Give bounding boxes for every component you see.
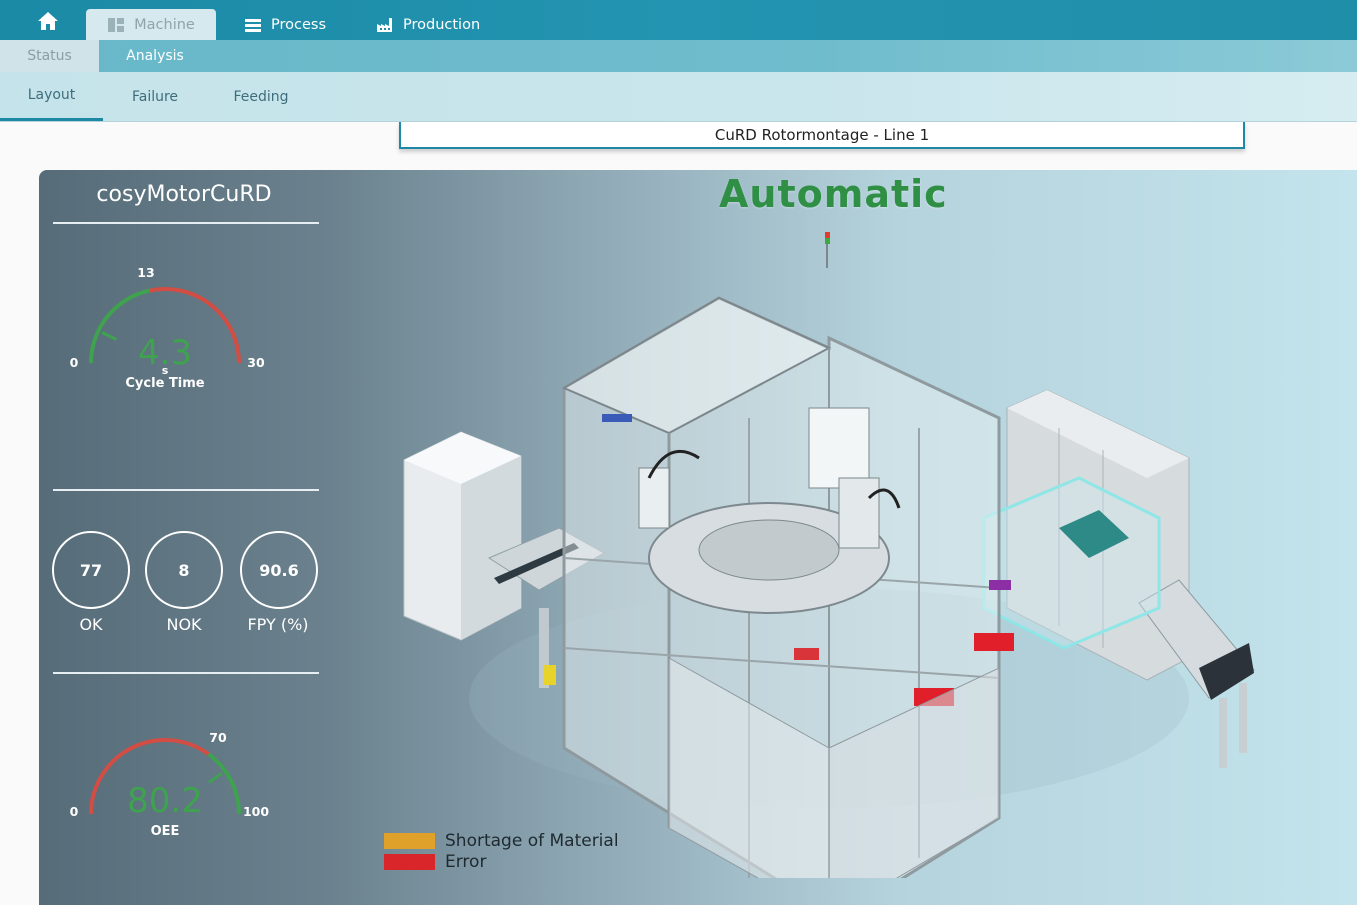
tab-machine-label: Machine <box>134 16 195 33</box>
tab-process[interactable]: Process <box>244 9 326 40</box>
tab-production-label: Production <box>403 16 481 33</box>
tab-analysis[interactable]: Analysis <box>99 40 211 72</box>
fpy-counter[interactable]: 90.6 <box>240 531 318 609</box>
factory-icon <box>377 17 392 32</box>
nok-label: NOK <box>166 615 202 634</box>
sub-navigation-secondary: Layout Failure Feeding <box>0 72 1357 122</box>
oee-label: OEE <box>151 824 180 839</box>
grid-icon <box>108 17 125 32</box>
machine-name: cosyMotorCuRD <box>96 182 272 207</box>
top-navigation: Machine Process Production <box>0 0 1357 40</box>
tab-machine[interactable]: Machine <box>86 9 216 40</box>
gauge-green-arc <box>207 752 242 815</box>
cycle-time-label: Cycle Time <box>125 376 204 391</box>
legend-label: Shortage of Material <box>445 830 619 851</box>
legend-item: Error <box>384 851 619 872</box>
tab-process-label: Process <box>271 16 327 33</box>
oee-gauge: 70 0 100 80.2 OEE <box>70 730 270 839</box>
sub-navigation-primary: Status Analysis <box>0 40 1357 72</box>
status-legend: Shortage of Material Error <box>384 830 619 872</box>
tab-production[interactable]: Production <box>376 9 480 40</box>
gauge-needle <box>208 771 223 784</box>
fpy-label: FPY (%) <box>247 615 309 634</box>
gauge-max-label: 30 <box>247 355 265 370</box>
ok-counter[interactable]: 77 <box>52 531 130 609</box>
machine-illustration[interactable] <box>399 228 1259 878</box>
divider <box>53 489 319 491</box>
nok-counter[interactable]: 8 <box>145 531 223 609</box>
gauge-max-label: 100 <box>243 804 269 819</box>
oee-value: 80.2 <box>127 781 203 821</box>
ok-label: OK <box>79 615 103 634</box>
gauge-target-label: 13 <box>137 265 154 280</box>
machine-panel: cosyMotorCuRD 13 0 30 4.3 s Cycle Time 7… <box>39 170 1357 905</box>
home-icon[interactable] <box>36 10 60 32</box>
tab-feeding[interactable]: Feeding <box>214 72 308 121</box>
line-title: CuRD Rotormontage - Line 1 <box>399 122 1245 149</box>
divider <box>53 222 319 224</box>
tab-failure[interactable]: Failure <box>110 72 200 121</box>
divider <box>53 672 319 674</box>
gauge-min-label: 0 <box>70 804 79 819</box>
gauge-min-label: 0 <box>70 355 79 370</box>
shortage-swatch <box>384 832 435 849</box>
gauge-target-label: 70 <box>209 730 227 745</box>
machine-mode: Automatic <box>719 172 948 216</box>
error-swatch <box>384 853 435 870</box>
gauge-needle <box>101 331 118 341</box>
list-icon <box>245 18 261 32</box>
cycle-time-gauge: 13 0 30 4.3 s Cycle Time <box>70 265 265 391</box>
legend-label: Error <box>445 851 487 872</box>
legend-item: Shortage of Material <box>384 830 619 851</box>
tab-status[interactable]: Status <box>0 40 99 72</box>
tab-layout[interactable]: Layout <box>0 72 103 121</box>
